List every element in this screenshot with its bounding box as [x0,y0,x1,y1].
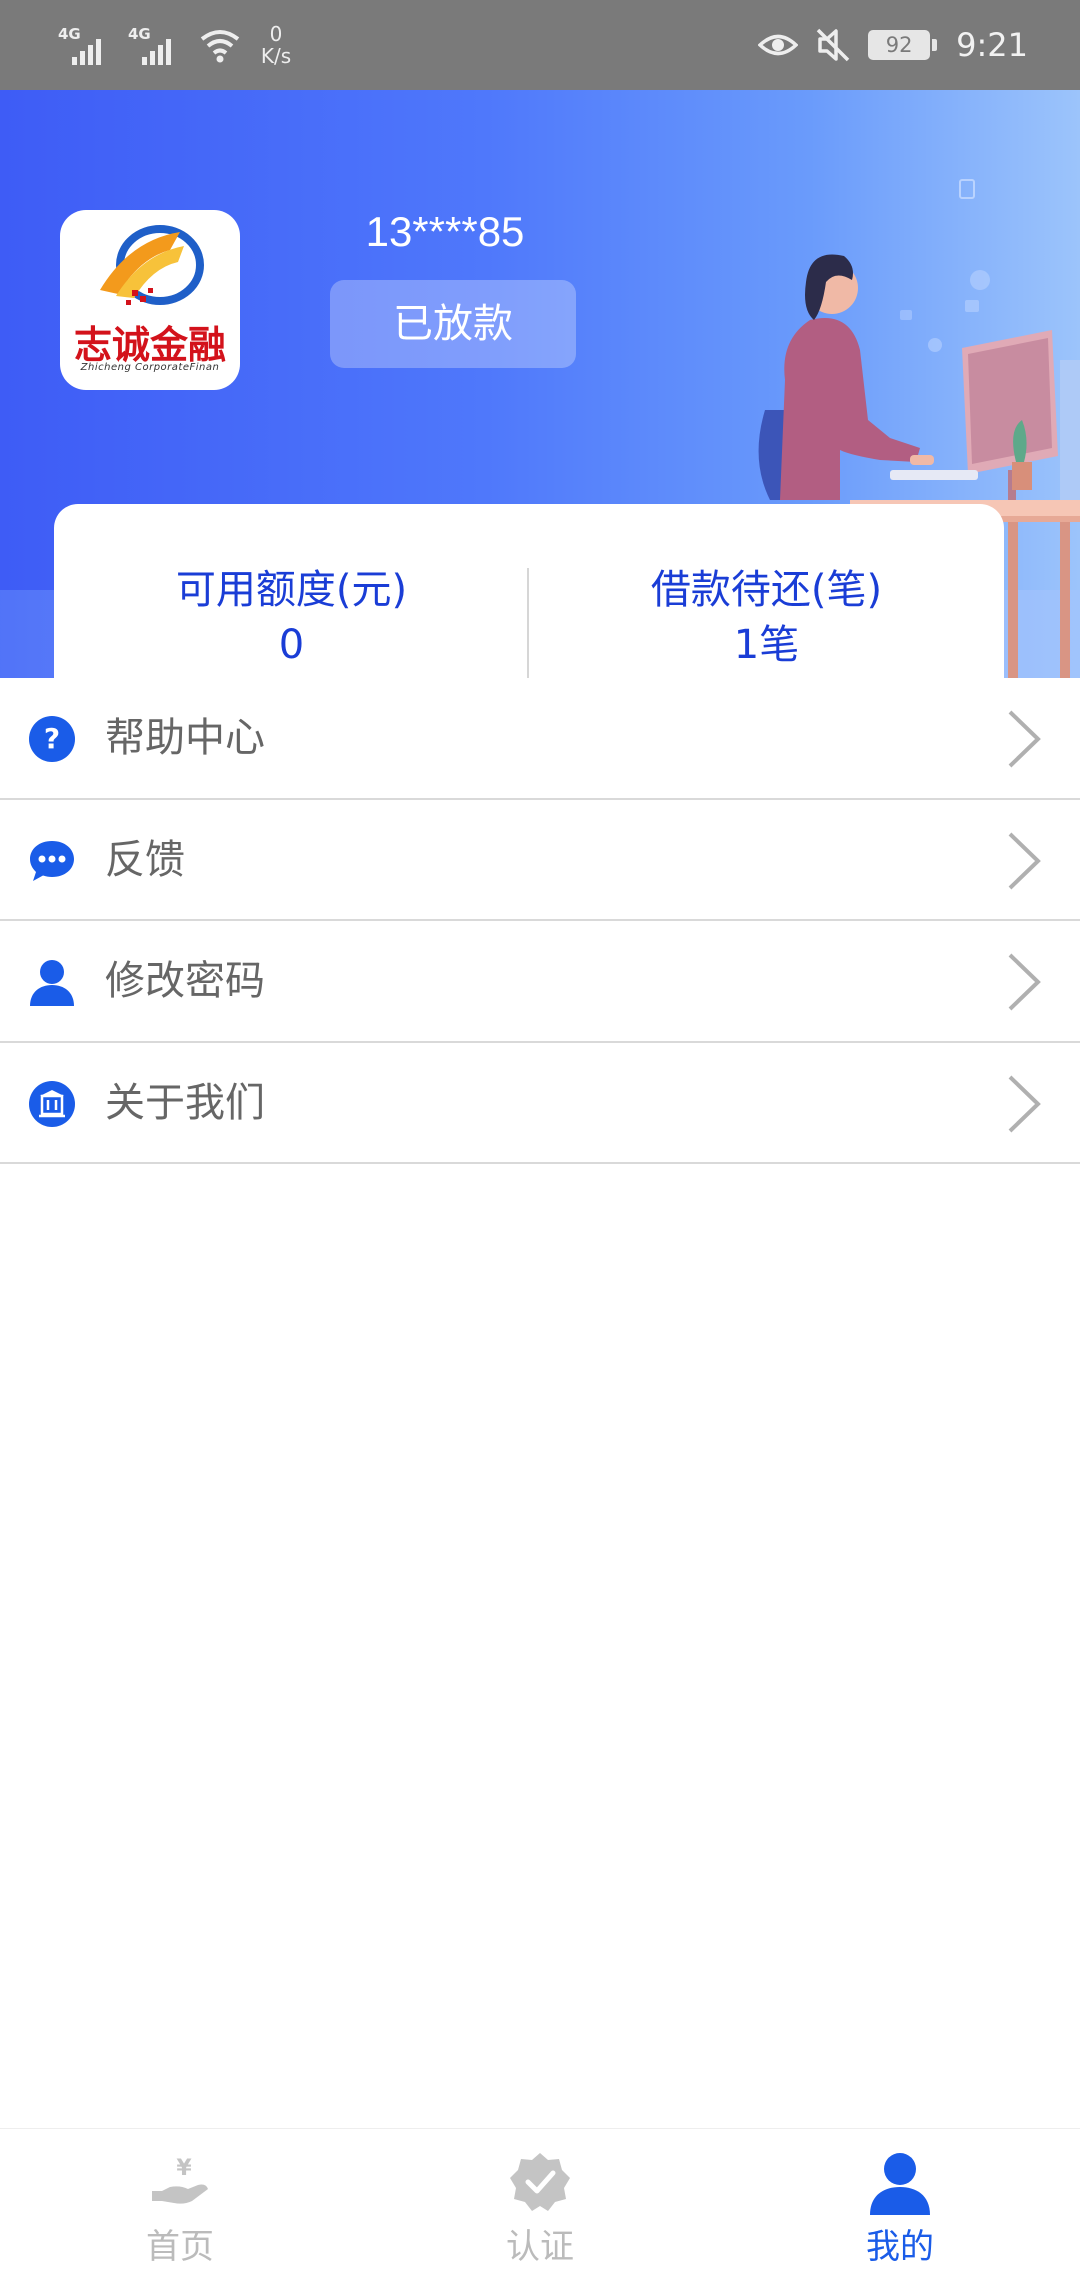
svg-text:?: ? [44,722,60,755]
chevron-right-icon [1008,1075,1041,1132]
user-icon [870,2153,930,2215]
menu-item-label: 反馈 [105,836,185,883]
menu-list: ? 帮助中心 反馈 修改密码 关于我们 [0,678,1080,1164]
available-credit-label: 可用额度(元) [175,567,408,613]
logo-mark-icon [100,225,204,305]
summary-card: 可用额度(元) 0 借款待还(笔) 1笔 [54,504,1004,678]
screen: 4G 4G 0 K/s 92 9:21 志诚金融 Zhicheng Corpor… [0,0,1080,2280]
menu-item-label: 帮助中心 [105,715,265,761]
user-phone: 13****85 [365,208,525,255]
verified-badge-icon [510,2153,570,2211]
chevron-right-icon [1008,710,1041,768]
status-bar: 4G 4G 0 K/s 92 9:21 [0,0,1080,90]
cell-signal-icon: 4G [128,23,186,67]
speed-unit: K/s [260,44,292,68]
app-logo: 志诚金融 Zhicheng CorporateFinan [60,210,240,390]
building-icon [29,1080,75,1127]
menu-item-about-us[interactable]: 关于我们 [0,1043,1080,1164]
battery-icon: 92 [868,30,938,60]
battery-level: 92 [885,33,913,57]
status-right: 92 9:21 [758,18,1028,72]
menu-item-change-password[interactable]: 修改密码 [0,921,1080,1043]
speed-value: 0 [269,22,283,46]
nav-label: 首页 [146,2227,214,2267]
nav-label: 认证 [506,2227,574,2267]
logo-subtext: Zhicheng CorporateFinan [80,362,220,373]
bottom-nav: ¥ 首页 认证 我的 [0,2128,1080,2280]
hand-yuan-icon: ¥ [152,2156,208,2204]
network-speed: 0 K/s [254,23,298,67]
wifi-icon [200,30,240,63]
clock: 9:21 [956,26,1028,64]
nav-tab-mine[interactable]: 我的 [800,2129,1000,2280]
cell-signal-icon: 4G [58,23,116,67]
menu-item-help-center[interactable]: ? 帮助中心 [0,678,1080,800]
profile-header: 志诚金融 Zhicheng CorporateFinan 13****85 已放… [0,90,1080,678]
chevron-right-icon [1008,832,1041,889]
chevron-right-icon [1008,953,1041,1011]
user-icon [30,960,74,1006]
pending-repayment-label: 借款待还(笔) [650,567,883,613]
svg-text:¥: ¥ [176,2156,192,2181]
nav-label: 我的 [866,2227,934,2267]
status-left: 4G 4G 0 K/s [58,18,298,72]
nav-tab-verify[interactable]: 认证 [440,2129,640,2280]
eye-comfort-icon [758,34,799,56]
available-credit-value: 0 [278,622,305,668]
menu-item-label: 修改密码 [105,958,265,1004]
available-credit[interactable]: 可用额度(元) 0 [54,564,529,674]
nav-tab-home[interactable]: ¥ 首页 [80,2129,280,2280]
mute-icon [816,28,850,62]
chat-bubble-icon [30,840,74,881]
pending-repayment-value: 1笔 [733,622,800,668]
question-icon: ? [29,716,75,762]
pending-repayment[interactable]: 借款待还(笔) 1笔 [529,564,1004,674]
menu-item-label: 关于我们 [105,1079,265,1126]
logo-text: 志诚金融 [73,323,226,367]
loan-status-button[interactable]: 已放款 [330,280,576,368]
menu-item-feedback[interactable]: 反馈 [0,800,1080,921]
